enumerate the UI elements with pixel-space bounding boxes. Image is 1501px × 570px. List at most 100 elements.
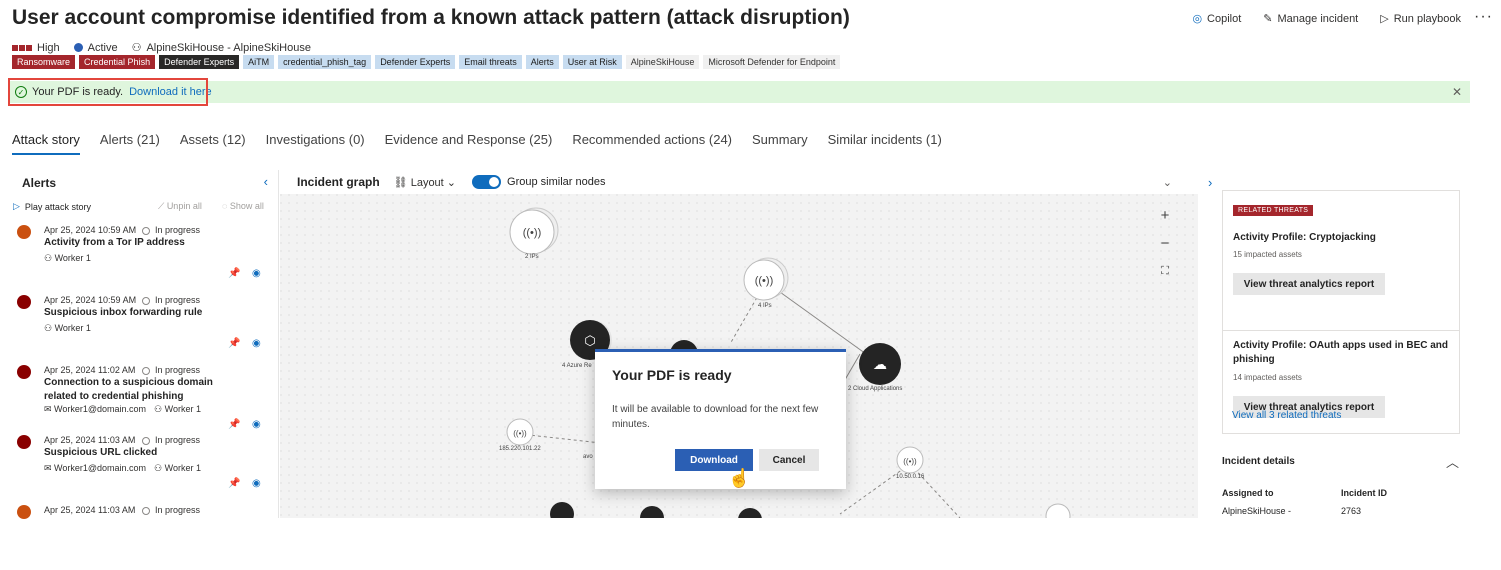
threat-name[interactable]: Activity Profile: Cryptojacking — [1233, 231, 1453, 245]
owner-label: AlpineSkiHouse - AlpineSkiHouse — [146, 41, 311, 54]
entity: ⚇ Worker 1 — [154, 404, 201, 414]
ip-node-internal[interactable]: ((•)) — [896, 446, 924, 474]
assigned-to-label: Assigned to — [1222, 488, 1274, 498]
alert-entities: ✉ Worker1@domain.com ⚇ Worker 1 — [44, 463, 201, 474]
tab-0[interactable]: Attack story — [12, 132, 80, 155]
status-label: Active — [87, 41, 118, 54]
pin-icon[interactable]: 📌 — [228, 419, 240, 430]
play-attack-story-button[interactable]: ▷ Play attack story — [13, 201, 91, 212]
tab-6[interactable]: Summary — [752, 132, 808, 155]
alert-title: Suspicious inbox forwarding rule — [44, 307, 203, 318]
alerts-panel: Alerts ‹ ▷ Play attack story ⟋ Unpin all … — [0, 170, 279, 519]
cancel-button[interactable]: Cancel — [759, 449, 819, 471]
avo-label: avo — [583, 454, 593, 460]
hide-icon[interactable]: ◉ — [252, 268, 261, 279]
play-icon: ▷ — [1380, 13, 1389, 25]
chevron-up-icon[interactable]: ︿ — [1446, 452, 1459, 471]
close-icon[interactable]: ✕ — [1452, 85, 1462, 99]
severity: High — [12, 42, 60, 54]
unpin-all-button[interactable]: ⟋ Unpin all — [158, 201, 202, 212]
zoom-controls: + − ⛶ — [1154, 204, 1176, 282]
tab-7[interactable]: Similar incidents (1) — [828, 132, 942, 155]
tab-1[interactable]: Alerts (21) — [100, 132, 160, 155]
group-toggle[interactable] — [472, 175, 502, 189]
threat-impact: 14 impacted assets — [1233, 373, 1302, 382]
hide-icon[interactable]: ◉ — [252, 419, 261, 430]
show-label: Show all — [229, 201, 264, 211]
unpin-label: Unpin all — [166, 201, 202, 211]
dialog-body: It will be available to download for the… — [612, 404, 819, 430]
related-threats-card: RELATED THREATS Activity Profile: Crypto… — [1222, 190, 1460, 434]
incident-tabs: Attack story Alerts (21) Assets (12) Invest… — [12, 132, 942, 155]
tag[interactable]: Defender Experts — [159, 55, 240, 69]
alert-item[interactable]: Apr 25, 2024 11:02 AM In progress Connecti… — [0, 362, 279, 430]
cloud-node[interactable]: ☁ — [859, 343, 901, 385]
alert-item[interactable]: Apr 25, 2024 10:59 AM In progress Suspicio… — [0, 292, 279, 360]
tag[interactable]: Alerts — [525, 55, 559, 69]
threat-name[interactable]: Activity Profile: OAuth apps used in BEC… — [1233, 339, 1453, 367]
tag-list: Ransomware Credential Phish Defender Exper… — [12, 55, 841, 69]
entity: ✉ Worker1@domain.com — [44, 463, 147, 473]
tab-5[interactable]: Recommended actions (24) — [572, 132, 732, 155]
entity: ✉ Worker1@domain.com — [44, 404, 147, 414]
more-actions-button[interactable]: ··· — [1474, 8, 1493, 26]
severity-dot-icon — [17, 225, 31, 239]
tag[interactable]: Defender Experts — [375, 55, 456, 69]
tag[interactable]: Credential Phish — [79, 55, 156, 69]
divider — [1223, 330, 1459, 331]
alert-status: In progress — [142, 435, 200, 445]
alert-entities: ✉ Worker1@domain.com ⚇ Worker 1 — [44, 404, 201, 415]
entity-label: Worker1@domain.com — [54, 463, 147, 473]
collapse-left-icon[interactable]: ‹ — [264, 174, 268, 189]
owner: ⚇ AlpineSkiHouse - AlpineSkiHouse — [132, 41, 311, 55]
run-playbook-button[interactable]: ▷ Run playbook — [1380, 12, 1461, 26]
alert-entities: ⚇ Worker 1 — [44, 323, 91, 334]
tag[interactable]: AiTM — [243, 55, 275, 69]
pin-icon[interactable]: 📌 — [228, 268, 240, 279]
manage-incident-button[interactable]: ✎ Manage incident — [1263, 12, 1358, 26]
pin-icon[interactable]: 📌 — [228, 478, 240, 489]
view-all-threats-link[interactable]: View all 3 related threats — [1232, 410, 1341, 421]
alert-status: In progress — [142, 225, 200, 235]
ip-node-single[interactable]: ((•)) — [506, 418, 534, 446]
tag[interactable]: AlpineSkiHouse — [625, 55, 700, 69]
tab-4[interactable]: Evidence and Response (25) — [385, 132, 553, 155]
play-label: Play attack story — [24, 201, 91, 212]
svg-text:((•)): ((•)) — [903, 457, 917, 466]
tab-3[interactable]: Investigations (0) — [266, 132, 365, 155]
assigned-to-value: AlpineSkiHouse - — [1222, 506, 1292, 516]
alert-date: Apr 25, 2024 10:59 AM — [44, 225, 137, 235]
severity-dot-icon — [17, 435, 31, 449]
alert-status: In progress — [142, 295, 200, 305]
alert-title: Activity from a Tor IP address — [44, 237, 185, 248]
ips-4-label: 4 IPs — [758, 303, 772, 309]
collapse-right-icon[interactable]: › — [1208, 175, 1212, 190]
graph-header: Incident graph ⛓ Layout ⌄ Group similar … — [280, 170, 1198, 194]
tag[interactable]: Email threats — [459, 55, 522, 69]
hide-icon[interactable]: ◉ — [252, 478, 261, 489]
alert-item[interactable]: Apr 25, 2024 10:59 AM In progress Activity… — [0, 222, 279, 290]
tab-2[interactable]: Assets (12) — [180, 132, 246, 155]
alert-item[interactable]: Apr 25, 2024 11:03 AM In progress Suspicio… — [0, 432, 279, 500]
hide-icon[interactable]: ◉ — [252, 338, 261, 349]
view-report-button[interactable]: View threat analytics report — [1233, 273, 1385, 295]
tag[interactable]: Microsoft Defender for Endpoint — [703, 55, 841, 69]
zoom-in-icon[interactable]: + — [1154, 204, 1176, 226]
tag[interactable]: credential_phish_tag — [278, 55, 372, 69]
chevron-down-icon[interactable]: ⌄ — [1163, 176, 1172, 189]
entity-label: Worker1@domain.com — [54, 404, 147, 414]
zoom-out-icon[interactable]: − — [1154, 232, 1176, 254]
pin-icon[interactable]: 📌 — [228, 338, 240, 349]
alert-item[interactable]: Apr 25, 2024 11:03 AM In progress — [0, 502, 279, 570]
ips-2-label: 2 IPs — [525, 254, 539, 260]
ip-label-1: 185.220.101.22 — [499, 446, 541, 452]
show-all-button[interactable]: ◌ Show all — [222, 201, 264, 211]
tag[interactable]: Ransomware — [12, 55, 76, 69]
incident-title: User account compromise identified from … — [12, 6, 850, 29]
alert-date: Apr 25, 2024 11:03 AM — [44, 505, 136, 515]
layout-dropdown[interactable]: ⛓ Layout ⌄ — [394, 176, 456, 189]
tag[interactable]: User at Risk — [562, 55, 622, 69]
copilot-button[interactable]: ◎ Copilot — [1192, 12, 1241, 26]
fit-screen-icon[interactable]: ⛶ — [1154, 260, 1176, 282]
group-label: Group similar nodes — [507, 176, 606, 188]
